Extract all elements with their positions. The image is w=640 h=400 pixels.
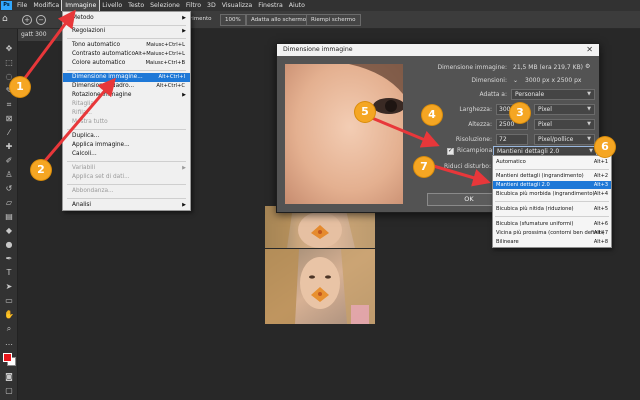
arrow-1 xyxy=(20,9,76,83)
callout-4: 4 xyxy=(422,105,442,125)
callout-3: 3 xyxy=(510,103,530,123)
annotation-arrows xyxy=(20,9,491,187)
callout-7: 7 xyxy=(414,157,434,177)
callout-6: 6 xyxy=(595,137,615,157)
callout-2: 2 xyxy=(31,160,51,180)
callout-5: 5 xyxy=(355,102,375,122)
callout-1: 1 xyxy=(10,77,30,97)
arrow-2 xyxy=(42,77,116,163)
arrow-7 xyxy=(429,163,491,187)
foreground-color-swatch[interactable] xyxy=(3,353,12,362)
